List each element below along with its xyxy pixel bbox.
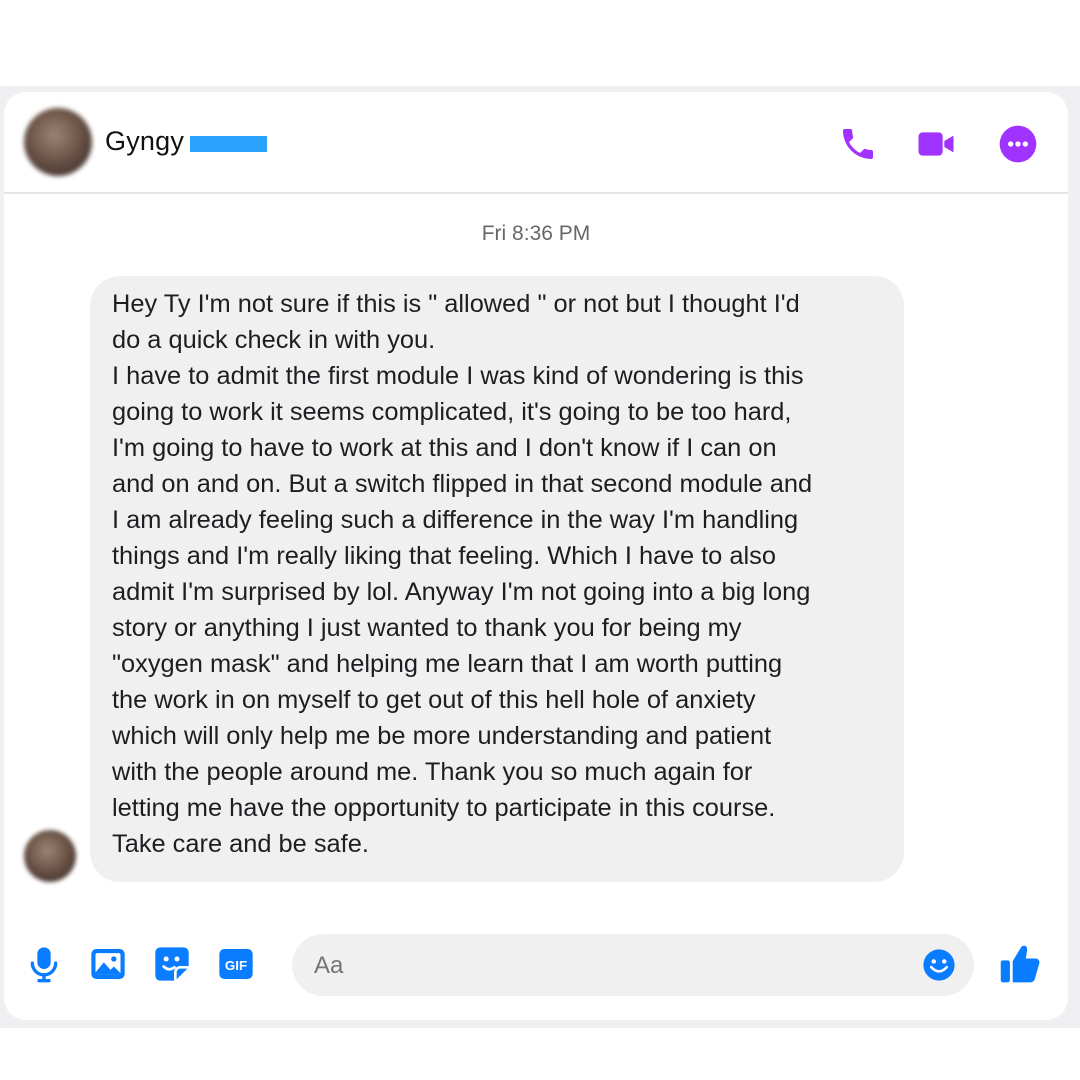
chat-header: Gyngy bbox=[4, 92, 1068, 194]
microphone-icon[interactable] bbox=[24, 944, 64, 984]
message-bubble[interactable]: Hey Ty I'm not sure if this is " allowed… bbox=[90, 276, 904, 882]
thumbs-up-icon[interactable] bbox=[998, 942, 1042, 986]
message-line: and on and on. But a switch flipped in t… bbox=[112, 470, 813, 498]
message-line: I have to admit the first module I was k… bbox=[112, 362, 804, 390]
message-line: things and I'm really liking that feelin… bbox=[112, 542, 776, 570]
message-line: going to work it seems complicated, it's… bbox=[112, 398, 792, 426]
message-line: the work in on myself to get out of this… bbox=[112, 686, 756, 714]
message-line: with the people around me. Thank you so … bbox=[112, 758, 753, 786]
message-input-box[interactable] bbox=[292, 934, 974, 996]
gif-icon[interactable]: GIF bbox=[216, 944, 256, 984]
more-options-icon[interactable] bbox=[998, 124, 1038, 164]
message-line: I am already feeling such a difference i… bbox=[112, 506, 799, 534]
contact-avatar[interactable] bbox=[24, 108, 92, 176]
contact-name[interactable]: Gyngy bbox=[105, 126, 184, 157]
message-line: I'm going to have to work at this and I … bbox=[112, 434, 777, 462]
message-line: story or anything I just wanted to thank… bbox=[112, 614, 742, 642]
message-line: "oxygen mask" and helping me learn that … bbox=[112, 650, 783, 678]
sticker-icon[interactable] bbox=[152, 944, 192, 984]
emoji-icon[interactable] bbox=[922, 948, 956, 982]
photo-icon[interactable] bbox=[88, 944, 128, 984]
message-timestamp: Fri 8:36 PM bbox=[481, 222, 591, 245]
video-camera-icon[interactable] bbox=[916, 124, 956, 164]
message-line: admit I'm surprised by lol. Anyway I'm n… bbox=[112, 578, 811, 606]
gif-label: GIF bbox=[225, 958, 247, 973]
phone-icon[interactable] bbox=[838, 124, 878, 164]
message-line: Hey Ty I'm not sure if this is " allowed… bbox=[112, 290, 800, 318]
message-line: do a quick check in with you. bbox=[112, 326, 436, 354]
sender-avatar[interactable] bbox=[24, 830, 76, 882]
name-redaction bbox=[190, 136, 267, 152]
message-line: Take care and be safe. bbox=[112, 830, 369, 858]
message-line: which will only help me be more understa… bbox=[112, 722, 772, 750]
message-line: letting me have the opportunity to parti… bbox=[112, 794, 776, 822]
message-input[interactable] bbox=[314, 952, 874, 980]
chat-window: Gyngy Fri 8:36 PM Hey Ty I'm not sure if… bbox=[4, 92, 1068, 1020]
